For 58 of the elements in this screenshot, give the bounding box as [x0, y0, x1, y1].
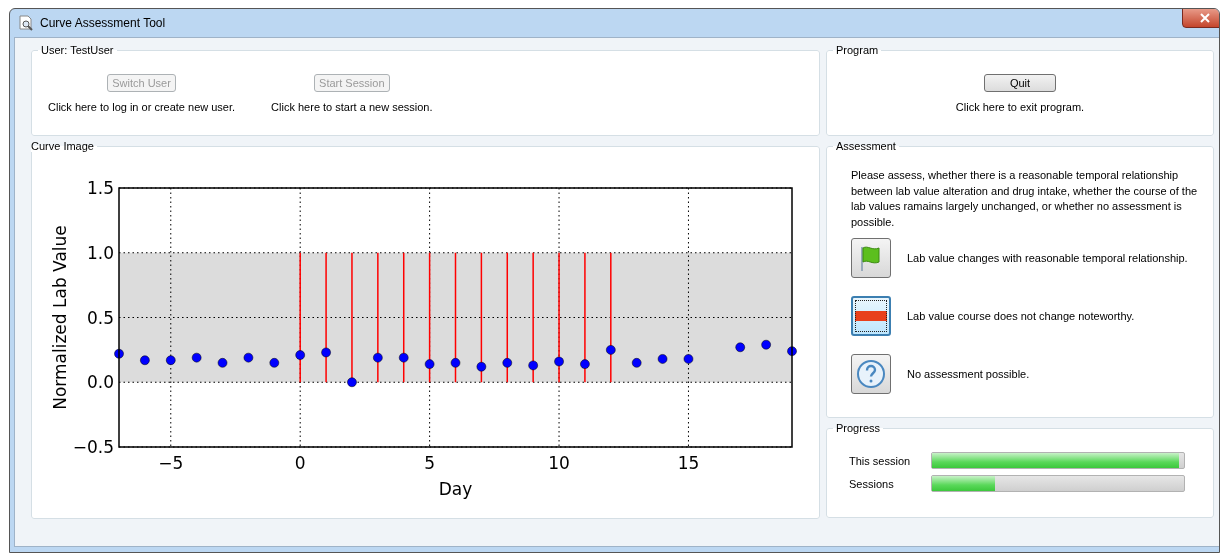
- tick-label: 1.0: [86, 242, 114, 263]
- tick-label: −0.5: [72, 437, 114, 457]
- group-title: Assessment: [835, 140, 897, 152]
- data-point: [554, 356, 564, 367]
- window-title: Curve Assessment Tool: [40, 16, 166, 30]
- quit-button[interactable]: Quit: [984, 74, 1056, 92]
- group-title: Progress: [835, 422, 882, 434]
- assessment-button[interactable]: [851, 296, 891, 336]
- hint-text: Click here to exit program.: [955, 101, 1085, 113]
- tick-label: 0.0: [86, 372, 114, 393]
- help-icon: [856, 359, 886, 389]
- instructions-text: Please assess, whether there is a reasonable temporal relationship between lab value alteration and drug intake, whether the course of the lab values ramains largely unchanged, or whether no assessment is possible.: [851, 168, 1199, 230]
- data-point: [787, 346, 797, 356]
- option-label: Lab value course does not change noteworthy.: [907, 310, 1135, 322]
- tick-label: 0.5: [86, 307, 114, 328]
- tick-label: 5: [424, 453, 436, 473]
- progress-label: Sessions: [849, 477, 895, 490]
- axis-title: Normalized Lab Value: [50, 225, 70, 410]
- axis-title: Day: [438, 479, 473, 499]
- data-point: [373, 352, 383, 363]
- data-point: [761, 339, 771, 350]
- data-point: [166, 355, 176, 365]
- tick-label: 15: [677, 453, 700, 473]
- tick-label: 0: [294, 453, 306, 473]
- option-label: Lab value changes with reasonable temporal relationship.: [907, 252, 1188, 264]
- data-point: [476, 361, 487, 372]
- data-point: [191, 352, 202, 363]
- data-point: [606, 345, 616, 355]
- data-point: [528, 360, 538, 371]
- data-point: [502, 358, 512, 368]
- group-title: Curve Image: [30, 140, 95, 152]
- close-icon: [1199, 13, 1211, 23]
- tick-label: −5: [158, 453, 184, 473]
- data-point: [424, 359, 435, 369]
- option-label: No assessment possible.: [907, 368, 1030, 380]
- document-search-icon: [18, 15, 34, 31]
- data-point: [243, 352, 254, 363]
- tick-label: 10: [548, 453, 570, 473]
- group-title: Program: [835, 44, 880, 56]
- data-point: [450, 358, 461, 368]
- close-button[interactable]: [1182, 9, 1219, 28]
- data-point: [657, 354, 668, 364]
- hint-text: Click here to log in or create new user.: [48, 101, 236, 113]
- minus-icon: [855, 310, 887, 322]
- data-point: [321, 347, 331, 358]
- data-point: [114, 349, 124, 359]
- data-point: [217, 358, 228, 368]
- progress-label: This session: [849, 454, 912, 467]
- data-point: [580, 359, 590, 369]
- group-title: User: TestUser: [40, 44, 115, 56]
- data-point: [295, 350, 305, 360]
- hint-text: Click here to start a new session.: [271, 101, 433, 113]
- data-point: [399, 352, 409, 363]
- data-point: [631, 358, 642, 368]
- data-point: [735, 342, 745, 353]
- data-point: [140, 355, 150, 365]
- data-point: [269, 358, 280, 368]
- tick-label: 1.5: [86, 178, 114, 198]
